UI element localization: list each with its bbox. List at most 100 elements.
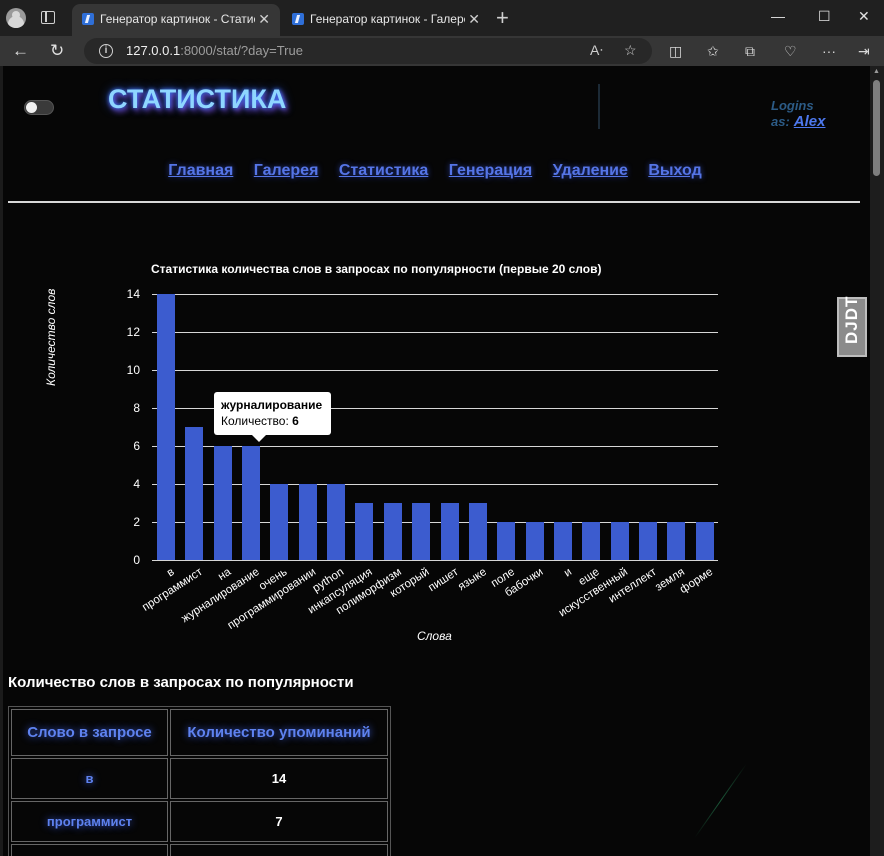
bar-13[interactable] — [525, 522, 544, 560]
bar-16[interactable] — [610, 522, 629, 560]
y-tick-label: 4 — [133, 477, 140, 491]
bar-19[interactable] — [695, 522, 714, 560]
x-tick-label: языке — [455, 566, 489, 594]
maximize-icon[interactable]: ☐ — [818, 6, 831, 26]
cell-count: 7 — [170, 801, 388, 842]
nav-item-home[interactable]: Главная — [168, 162, 233, 180]
debug-toolbar-handle[interactable]: DJDT — [837, 295, 867, 357]
tab-actions-icon[interactable] — [41, 11, 55, 24]
bar-4[interactable] — [270, 484, 289, 560]
cell-word — [11, 844, 168, 856]
bar-2[interactable] — [213, 446, 232, 560]
bar-18[interactable] — [667, 522, 686, 560]
tab-title: Генератор картинок - Статистика — [100, 12, 255, 26]
bar-8[interactable] — [383, 503, 402, 560]
back-arrow-icon[interactable]: ← — [12, 40, 29, 62]
url-text[interactable]: 127.0.0.1:8000/stat/?day=True — [126, 43, 303, 58]
new-tab-plus-icon[interactable]: + — [496, 6, 509, 30]
split-screen-icon[interactable]: ◫ — [669, 43, 682, 60]
site-favicon-icon — [292, 13, 304, 25]
favorite-star-icon[interactable]: ☆ — [624, 42, 637, 59]
nav-item-gallery[interactable]: Галерея — [254, 162, 319, 180]
bar-15[interactable] — [582, 522, 601, 560]
bar-9[interactable] — [412, 503, 431, 560]
bar-chart: Статистика количества слов в запросах по… — [0, 246, 870, 656]
x-tick-label: и — [561, 566, 574, 580]
tab-close-icon[interactable]: ✕ — [258, 4, 270, 34]
bar-5[interactable] — [298, 484, 317, 560]
login-status: Logins as: Alex — [771, 98, 870, 130]
sidebar-toggle-icon[interactable]: ⇥ — [858, 43, 870, 60]
tooltip-label: Количество: — [221, 414, 289, 428]
cell-word: в — [11, 758, 168, 799]
column-header-word: Слово в запросе — [11, 709, 168, 756]
profile-avatar-icon[interactable] — [6, 8, 26, 28]
gridline — [152, 370, 718, 371]
word-count-table: Слово в запросе Количество упоминаний в … — [8, 706, 391, 856]
bar-0[interactable] — [157, 294, 175, 560]
browser-titlebar: Генератор картинок - Статистика ✕ Генера… — [0, 0, 884, 36]
tab-statistics[interactable]: Генератор картинок - Статистика ✕ — [72, 4, 280, 36]
reload-icon[interactable]: ↻ — [50, 40, 64, 62]
nav-item-delete[interactable]: Удаление — [553, 162, 628, 180]
bar-17[interactable] — [638, 522, 657, 560]
nav-item-logout[interactable]: Выход — [648, 162, 701, 180]
cell-count: 14 — [170, 758, 388, 799]
table-row — [11, 844, 388, 856]
nav-item-statistics[interactable]: Статистика — [339, 162, 428, 180]
settings-more-icon[interactable]: ··· — [822, 43, 836, 59]
header-separator — [8, 201, 860, 203]
x-tick-label: пишет — [425, 566, 461, 595]
tooltip-value: 6 — [292, 414, 299, 428]
username-link[interactable]: Alex — [794, 113, 826, 130]
y-tick-label: 14 — [126, 287, 140, 301]
y-tick-label: 0 — [133, 553, 140, 567]
tooltip-word: журналирование — [221, 398, 323, 412]
bar-10[interactable] — [440, 503, 459, 560]
favorites-icon[interactable]: ✩ — [707, 43, 719, 60]
gridline — [152, 522, 718, 523]
debug-toolbar-label: DJDT — [842, 295, 861, 344]
site-info-icon[interactable]: i — [99, 44, 113, 58]
close-window-icon[interactable]: ✕ — [858, 6, 870, 26]
y-axis-label: Количество слов — [44, 288, 58, 386]
bar-12[interactable] — [497, 522, 516, 560]
column-header-count: Количество упоминаний — [170, 709, 388, 756]
bar-11[interactable] — [468, 503, 487, 560]
table-header-row: Слово в запросе Количество упоминаний — [11, 709, 388, 756]
gridline — [152, 484, 718, 485]
y-tick-label: 10 — [126, 363, 140, 377]
gridline — [152, 332, 718, 333]
y-tick-label: 6 — [133, 439, 140, 453]
background-decoration — [694, 763, 747, 839]
tab-title: Генератор картинок - Галерея картинок — [310, 12, 465, 26]
read-aloud-icon[interactable]: Aᐧ — [590, 42, 603, 59]
chart-tooltip: журналирование Количество: 6 — [214, 392, 331, 442]
theme-toggle[interactable] — [24, 100, 54, 115]
gridline — [152, 446, 718, 447]
nav-item-generation[interactable]: Генерация — [449, 162, 532, 180]
gridline — [152, 560, 718, 561]
scrollbar-thumb[interactable] — [873, 80, 880, 176]
address-bar[interactable]: i 127.0.0.1:8000/stat/?day=True Aᐧ ☆ — [84, 38, 652, 64]
bar-14[interactable] — [553, 522, 572, 560]
scroll-up-arrow-icon[interactable]: ▲ — [873, 68, 880, 75]
bar-6[interactable] — [327, 484, 346, 560]
page-scrollbar[interactable] — [870, 66, 884, 856]
bar-7[interactable] — [355, 503, 374, 560]
minimize-icon[interactable]: — — [771, 6, 785, 26]
x-axis-label: Слова — [417, 629, 452, 643]
bar-1[interactable] — [185, 427, 204, 560]
table-row: в 14 — [11, 758, 388, 799]
table-row: программист 7 — [11, 801, 388, 842]
collections-icon[interactable]: ⧉ — [745, 43, 755, 60]
tab-close-icon[interactable]: ✕ — [468, 4, 480, 34]
page-title: СТАТИСТИКА — [108, 84, 287, 114]
cell-word: программист — [11, 801, 168, 842]
tab-gallery[interactable]: Генератор картинок - Галерея картинок ✕ — [282, 4, 490, 36]
header-divider — [598, 84, 600, 129]
bar-3[interactable] — [242, 446, 261, 560]
browser-essentials-icon[interactable]: ♡ — [784, 43, 797, 60]
address-toolbar: ← ↻ i 127.0.0.1:8000/stat/?day=True Aᐧ ☆… — [0, 36, 884, 66]
cell-count — [170, 844, 388, 856]
